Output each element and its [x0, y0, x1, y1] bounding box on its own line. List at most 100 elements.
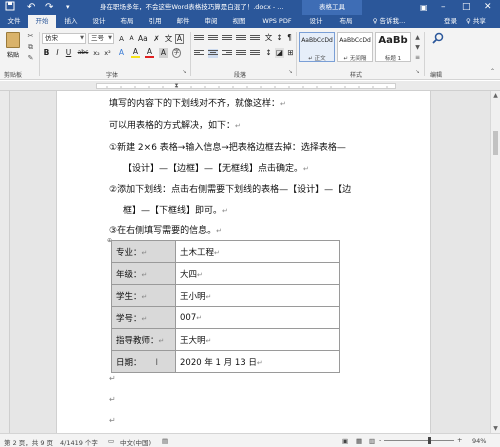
character-shading-icon[interactable]: A	[159, 48, 168, 58]
distributed-icon[interactable]	[250, 49, 260, 58]
superscript-button[interactable]: x²	[103, 48, 112, 58]
font-size-combo[interactable]: 三号 ▼	[88, 33, 114, 44]
table-cell-label[interactable]: 学号：↵	[111, 306, 176, 329]
align-left-icon[interactable]	[194, 49, 204, 58]
maximize-icon[interactable]: □	[462, 1, 471, 14]
tab-references[interactable]: 引用	[142, 15, 168, 28]
tab-table-design[interactable]: 设计	[302, 15, 330, 28]
subscript-button[interactable]: x₂	[92, 48, 101, 58]
document-page[interactable]: 填写的内容下的下划线对不齐，就像这样：↵ 可以用表格的方式解决，如下：↵ ①新建…	[56, 91, 431, 433]
share-button[interactable]: ♀ 共享	[466, 15, 486, 28]
borders-icon[interactable]: ⊞	[286, 48, 295, 58]
word-count[interactable]: 4/1419 个字	[60, 437, 98, 447]
numbering-icon[interactable]	[208, 34, 218, 43]
zoom-level[interactable]: 94%	[472, 437, 486, 445]
page-count[interactable]: 第 2 页，共 9 页	[4, 437, 53, 447]
tab-insert[interactable]: 插入	[58, 15, 84, 28]
tab-file[interactable]: 文件	[2, 15, 26, 28]
character-border-icon[interactable]: A	[175, 34, 184, 44]
table-cell-value[interactable]: 王小明↵	[175, 284, 340, 307]
table-cell-value[interactable]: 2020 年 1 月 13 日↵	[175, 350, 340, 373]
language-status[interactable]: 中文(中国)	[120, 437, 151, 447]
scrollbar-thumb[interactable]	[493, 131, 498, 155]
phonetic-guide-icon[interactable]: 文	[164, 34, 173, 44]
info-table[interactable]: 专业：↵ 土木工程↵ 年级：↵ 大四↵ 学生：↵ 王小明↵ 学号：↵ 007↵ …	[111, 240, 340, 373]
copy-icon[interactable]: ⧉	[26, 43, 35, 51]
paragraph-dialog-launcher-icon[interactable]: ↘	[286, 68, 295, 76]
highlight-button[interactable]: A	[131, 48, 140, 58]
style-normal[interactable]: AaBbCcDd ↵ 正文	[299, 32, 335, 62]
find-button[interactable]	[428, 32, 448, 64]
styles-scroll-up-icon[interactable]: ▲	[413, 34, 422, 42]
strikethrough-button[interactable]: abc	[76, 48, 90, 58]
zoom-in-button[interactable]: +	[457, 436, 462, 444]
table-cell-value[interactable]: 土木工程↵	[175, 240, 340, 263]
align-right-icon[interactable]	[222, 49, 232, 58]
tab-layout[interactable]: 布局	[114, 15, 140, 28]
font-dialog-launcher-icon[interactable]: ↘	[180, 68, 189, 76]
show-marks-icon[interactable]: ¶	[285, 33, 294, 43]
tab-mailings[interactable]: 邮件	[170, 15, 196, 28]
web-layout-icon[interactable]: ▥	[369, 437, 375, 445]
tell-me-search[interactable]: ♀ 告诉我...	[364, 15, 414, 28]
proofing-icon[interactable]: ▭	[108, 437, 114, 445]
font-color-button[interactable]: A	[145, 48, 154, 58]
tab-review[interactable]: 审阅	[198, 15, 224, 28]
text-effects-button[interactable]: A	[117, 48, 126, 58]
tab-view[interactable]: 视图	[226, 15, 252, 28]
print-layout-icon[interactable]: ▦	[356, 437, 362, 445]
table-cell-value[interactable]: 大四↵	[175, 262, 340, 285]
clear-format-icon[interactable]: ✗	[152, 34, 161, 44]
redo-icon[interactable]: ↷	[45, 1, 53, 14]
chinese-layout-icon[interactable]: 文	[264, 33, 273, 43]
zoom-slider-track[interactable]	[384, 440, 454, 441]
bold-button[interactable]: B	[42, 48, 51, 58]
tab-wps-pdf[interactable]: WPS PDF	[254, 15, 300, 28]
shading-icon[interactable]: ◪	[275, 48, 284, 58]
tab-design[interactable]: 设计	[86, 15, 112, 28]
justify-icon[interactable]	[236, 49, 246, 58]
tab-home[interactable]: 开始	[28, 15, 56, 28]
table-cell-label[interactable]: 学生：↵	[111, 284, 176, 307]
undo-icon[interactable]: ↶	[27, 1, 35, 14]
style-no-spacing[interactable]: AaBbCcDd ↵ 无间隔	[337, 32, 373, 62]
table-cell-label[interactable]: 指导教师：↵	[111, 328, 176, 351]
cut-icon[interactable]: ✂	[26, 32, 35, 40]
styles-more-icon[interactable]: ≡	[413, 54, 422, 62]
change-case-icon[interactable]: Aa	[138, 34, 148, 44]
table-cell-value[interactable]: 王大明↵	[175, 328, 340, 351]
table-cell-label[interactable]: 日期： I	[111, 350, 176, 373]
styles-scroll-down-icon[interactable]: ▼	[413, 44, 422, 52]
line-spacing-icon[interactable]: ↕	[264, 48, 273, 58]
italic-button[interactable]: I	[53, 48, 62, 58]
zoom-slider-thumb[interactable]	[428, 437, 431, 444]
scroll-down-icon[interactable]: ▼	[491, 424, 500, 433]
styles-dialog-launcher-icon[interactable]: ↘	[413, 68, 422, 76]
multilevel-list-icon[interactable]	[222, 34, 232, 43]
underline-button[interactable]: U	[64, 48, 73, 58]
align-center-icon[interactable]	[208, 49, 218, 58]
scroll-up-icon[interactable]: ▲	[491, 91, 500, 100]
minimize-icon[interactable]: –	[441, 1, 446, 14]
vertical-scrollbar[interactable]: ▲ ▼	[490, 91, 500, 433]
tab-table-layout[interactable]: 布局	[332, 15, 360, 28]
table-cell-value[interactable]: 007↵	[175, 306, 340, 329]
enclose-characters-icon[interactable]: 字	[172, 48, 181, 58]
indent-marker-icon[interactable]: ⧗	[172, 82, 181, 90]
sort-icon[interactable]: ↕	[275, 33, 284, 43]
font-name-combo[interactable]: 仿宋 ▼	[42, 33, 86, 44]
table-cell-label[interactable]: 专业：↵	[111, 240, 176, 263]
ribbon-display-icon[interactable]: ▣	[420, 1, 428, 14]
shrink-font-icon[interactable]: A	[127, 34, 136, 44]
customize-icon[interactable]: ▾	[66, 1, 70, 14]
decrease-indent-icon[interactable]	[236, 34, 246, 43]
style-heading-1[interactable]: AaBb 标题 1	[375, 32, 411, 62]
save-icon[interactable]	[5, 1, 15, 15]
zoom-out-button[interactable]: -	[379, 436, 381, 444]
login-link[interactable]: 登录	[444, 15, 457, 28]
macro-recording-icon[interactable]: ▤	[162, 437, 168, 445]
table-cell-label[interactable]: 年级：↵	[111, 262, 176, 285]
increase-indent-icon[interactable]	[250, 34, 260, 43]
format-painter-icon[interactable]: ✎	[26, 54, 35, 62]
grow-font-icon[interactable]: A	[117, 34, 126, 44]
